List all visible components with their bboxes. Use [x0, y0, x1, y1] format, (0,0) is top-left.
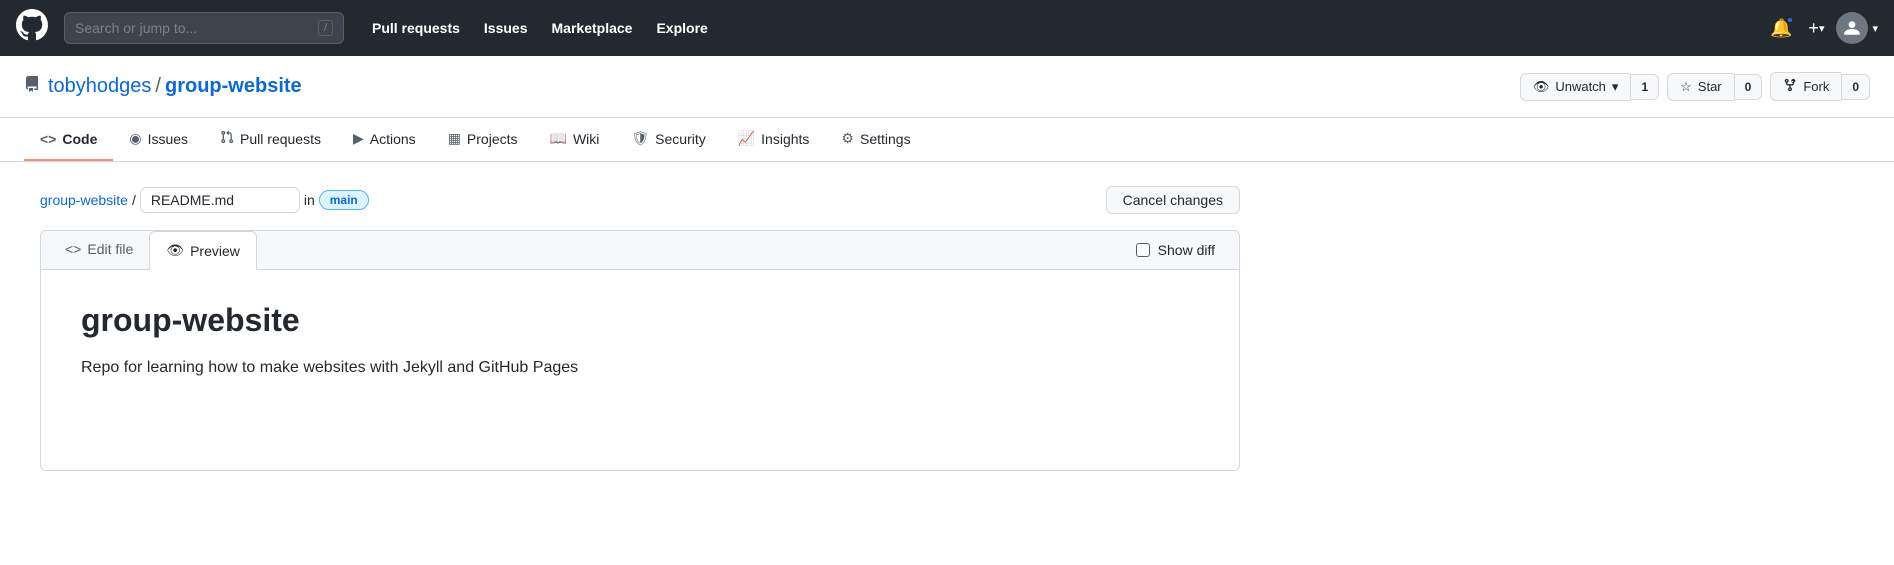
- avatar-chevron-icon: ▾: [1872, 22, 1878, 35]
- tab-actions[interactable]: ▶ Actions: [337, 118, 432, 161]
- tab-preview-label: Preview: [190, 243, 240, 259]
- star-button[interactable]: ☆ Star: [1667, 73, 1734, 101]
- tab-edit-label: Edit file: [87, 241, 133, 257]
- chevron-down-icon: ▾: [1819, 22, 1825, 35]
- unwatch-label: Unwatch: [1555, 79, 1606, 94]
- nav-pull-requests[interactable]: Pull requests: [360, 20, 472, 36]
- show-diff-label[interactable]: Show diff: [1120, 234, 1231, 266]
- top-nav: / Pull requests Issues Marketplace Explo…: [0, 0, 1894, 56]
- tab-nav: <> Code ◉ Issues Pull requests ▶ Actions…: [0, 118, 1894, 162]
- breadcrumb-separator: /: [132, 192, 136, 208]
- plus-icon: +: [1808, 18, 1819, 39]
- circle-dot-icon: ◉: [129, 130, 141, 147]
- tab-issues-label: Issues: [148, 131, 188, 147]
- tab-security[interactable]: 🛡 Security: [615, 118, 721, 161]
- repo-owner-link[interactable]: tobyhodges: [48, 75, 151, 98]
- star-icon: ☆: [1680, 79, 1692, 95]
- tab-code-label: Code: [62, 131, 97, 147]
- tab-settings-label: Settings: [860, 131, 911, 147]
- show-diff-checkbox[interactable]: [1136, 243, 1150, 257]
- chevron-down-icon: ▾: [1612, 79, 1619, 95]
- tab-wiki[interactable]: 📖 Wiki: [534, 118, 616, 161]
- insights-icon: 📈: [738, 130, 755, 147]
- preview-description: Repo for learning how to make websites w…: [81, 355, 1199, 381]
- eye-icon: 👁: [166, 242, 184, 259]
- pull-request-icon: [220, 130, 234, 147]
- slash-badge: /: [318, 20, 333, 36]
- nav-issues[interactable]: Issues: [472, 20, 540, 36]
- repo-name-link[interactable]: group-website: [165, 75, 302, 98]
- preview-content: group-website Repo for learning how to m…: [41, 270, 1239, 470]
- branch-badge: main: [319, 190, 369, 210]
- fork-button[interactable]: Fork: [1770, 72, 1841, 101]
- tab-wiki-label: Wiki: [573, 131, 599, 147]
- editor-tab-left: <> Edit file 👁 Preview: [49, 231, 257, 269]
- tab-settings[interactable]: ⚙ Settings: [825, 118, 926, 161]
- in-label: in: [304, 192, 315, 208]
- cancel-changes-button[interactable]: Cancel changes: [1106, 186, 1240, 214]
- repo-breadcrumb: tobyhodges / group-website: [24, 75, 302, 98]
- repo-header: tobyhodges / group-website 👁 Unwatch ▾ 1…: [0, 56, 1894, 118]
- github-logo[interactable]: [16, 9, 48, 48]
- code-icon: <>: [40, 131, 56, 147]
- unwatch-count: 1: [1630, 74, 1659, 100]
- tab-edit-file[interactable]: <> Edit file: [49, 231, 149, 269]
- tab-code[interactable]: <> Code: [24, 119, 113, 161]
- tab-issues[interactable]: ◉ Issues: [113, 118, 204, 161]
- tab-pr-label: Pull requests: [240, 131, 321, 147]
- repo-icon: [24, 76, 40, 97]
- wiki-icon: 📖: [550, 130, 567, 147]
- tab-projects-label: Projects: [467, 131, 518, 147]
- filename-input[interactable]: [140, 187, 300, 213]
- top-nav-links: Pull requests Issues Marketplace Explore: [360, 20, 1750, 36]
- preview-title: group-website: [81, 302, 1199, 339]
- main-content: group-website / in main Cancel changes <…: [0, 162, 1280, 495]
- fork-label: Fork: [1803, 79, 1829, 94]
- add-button[interactable]: + ▾: [1804, 14, 1828, 43]
- avatar-button[interactable]: ▾: [1836, 12, 1878, 44]
- repo-breadcrumb-link[interactable]: group-website: [40, 192, 128, 208]
- notification-dot: [1786, 16, 1794, 24]
- tab-actions-label: Actions: [370, 131, 416, 147]
- top-nav-right: 🔔 + ▾ ▾: [1766, 12, 1878, 44]
- nav-marketplace[interactable]: Marketplace: [540, 20, 645, 36]
- search-input[interactable]: [75, 20, 310, 36]
- repo-separator: /: [155, 75, 161, 98]
- fork-count: 0: [1841, 74, 1870, 100]
- star-count: 0: [1734, 74, 1763, 100]
- fork-group: Fork 0: [1770, 72, 1870, 101]
- search-box[interactable]: /: [64, 12, 344, 44]
- fork-icon: [1783, 78, 1797, 95]
- editor-tabs: <> Edit file 👁 Preview Show diff: [41, 231, 1239, 270]
- editor-panel: <> Edit file 👁 Preview Show diff group-w…: [40, 230, 1240, 471]
- repo-actions: 👁 Unwatch ▾ 1 ☆ Star 0 Fork 0: [1520, 72, 1870, 101]
- show-diff-text: Show diff: [1158, 242, 1215, 258]
- avatar: [1836, 12, 1868, 44]
- star-label: Star: [1698, 79, 1722, 94]
- file-header: group-website / in main Cancel changes: [40, 186, 1240, 214]
- tab-projects[interactable]: ▦ Projects: [432, 118, 534, 161]
- nav-explore[interactable]: Explore: [644, 20, 719, 36]
- eye-icon: 👁: [1533, 79, 1550, 95]
- unwatch-group: 👁 Unwatch ▾ 1: [1520, 73, 1659, 101]
- tab-security-label: Security: [655, 131, 706, 147]
- actions-icon: ▶: [353, 130, 364, 147]
- unwatch-button[interactable]: 👁 Unwatch ▾: [1520, 73, 1631, 101]
- tab-preview[interactable]: 👁 Preview: [149, 231, 257, 270]
- projects-icon: ▦: [448, 130, 461, 147]
- notifications-button[interactable]: 🔔: [1766, 14, 1796, 43]
- edit-icon: <>: [65, 241, 81, 257]
- shield-icon: 🛡: [631, 130, 649, 147]
- tab-insights-label: Insights: [761, 131, 809, 147]
- tab-insights[interactable]: 📈 Insights: [722, 118, 826, 161]
- star-group: ☆ Star 0: [1667, 73, 1762, 101]
- gear-icon: ⚙: [841, 130, 854, 147]
- tab-pull-requests[interactable]: Pull requests: [204, 118, 337, 161]
- file-breadcrumb: group-website / in main: [40, 187, 369, 213]
